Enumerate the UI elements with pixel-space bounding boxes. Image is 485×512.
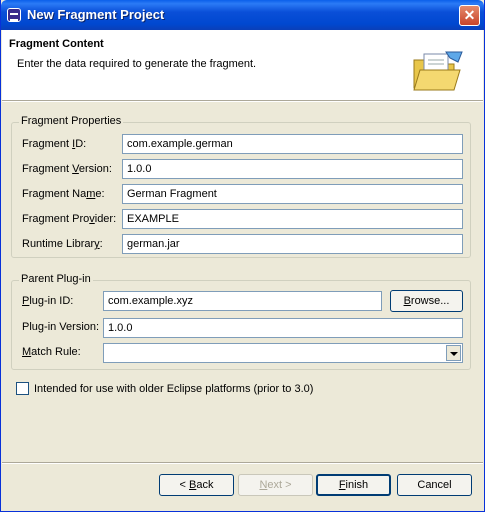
window-title: New Fragment Project: [27, 7, 165, 22]
dialog-window: New Fragment Project ✕ Fragment Content …: [0, 0, 485, 512]
runtime-library-field[interactable]: german.jar: [122, 234, 463, 254]
legacy-checkbox[interactable]: [16, 382, 29, 395]
chevron-down-icon[interactable]: [446, 345, 461, 361]
plugin-version-field[interactable]: 1.0.0: [103, 318, 463, 338]
fragment-id-label: Fragment ID:: [22, 138, 87, 150]
title-bar[interactable]: New Fragment Project ✕: [1, 0, 484, 30]
fragment-version-label: Fragment Version:: [22, 163, 112, 175]
back-button[interactable]: < Back: [159, 474, 234, 496]
page-title: Fragment Content: [9, 38, 104, 50]
parent-plugin-title: Parent Plug-in: [19, 273, 93, 285]
fragment-properties-title: Fragment Properties: [19, 115, 124, 127]
fragment-id-field[interactable]: com.example.german: [122, 134, 463, 154]
match-rule-label: Match Rule:: [22, 346, 81, 358]
finish-button[interactable]: Finish: [316, 474, 391, 496]
plugin-id-field[interactable]: com.example.xyz: [103, 291, 382, 311]
legacy-checkbox-label[interactable]: Intended for use with older Eclipse plat…: [34, 383, 313, 395]
match-rule-select[interactable]: [103, 343, 463, 363]
footer-divider-highlight: [2, 463, 483, 464]
plugin-id-label: Plug-in ID:: [22, 295, 74, 307]
page-description: Enter the data required to generate the …: [17, 58, 257, 70]
plugin-version-label: Plug-in Version:: [22, 321, 100, 333]
fragment-name-field[interactable]: German Fragment: [122, 184, 463, 204]
next-button[interactable]: Next >: [238, 474, 313, 496]
folder-icon: [413, 51, 463, 91]
header-divider-highlight: [2, 101, 483, 102]
runtime-library-label: Runtime Library:: [22, 238, 103, 250]
fragment-provider-label: Fragment Provider:: [22, 213, 117, 225]
wizard-header: Fragment Content Enter the data required…: [2, 30, 483, 100]
fragment-version-field[interactable]: 1.0.0: [122, 159, 463, 179]
close-button[interactable]: ✕: [459, 5, 480, 26]
fragment-provider-field[interactable]: EXAMPLE: [122, 209, 463, 229]
eclipse-icon: [7, 8, 21, 22]
fragment-name-label: Fragment Name:: [22, 188, 105, 200]
cancel-button[interactable]: Cancel: [397, 474, 472, 496]
browse-button[interactable]: Browse...: [390, 290, 463, 312]
